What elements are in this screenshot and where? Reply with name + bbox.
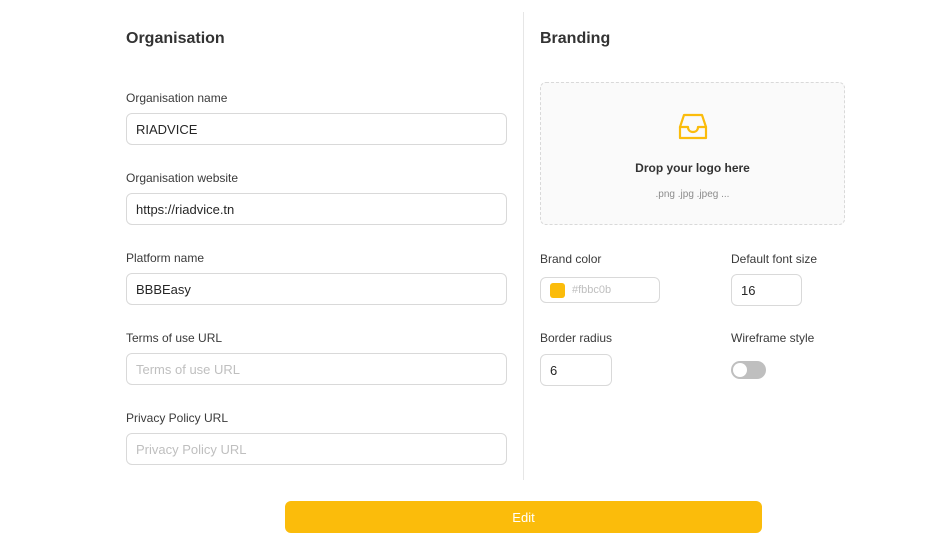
default-font-size-input[interactable] [731, 274, 802, 306]
organisation-website-input[interactable] [126, 193, 507, 225]
edit-button[interactable]: Edit [285, 501, 762, 533]
platform-name-label: Platform name [126, 251, 205, 265]
toggle-knob [733, 363, 747, 377]
dropzone-title: Drop your logo here [635, 161, 750, 175]
brand-color-label: Brand color [540, 252, 602, 266]
dropzone-hint: .png .jpg .jpeg ... [655, 189, 730, 200]
privacy-policy-label: Privacy Policy URL [126, 411, 229, 425]
wireframe-style-label: Wireframe style [731, 331, 815, 345]
platform-name-input[interactable] [126, 273, 507, 305]
border-radius-input[interactable] [540, 354, 612, 386]
default-font-size-label: Default font size [731, 252, 818, 266]
terms-of-use-label: Terms of use URL [126, 331, 223, 345]
color-swatch [550, 283, 565, 298]
brand-color-picker[interactable]: #fbbc0b [540, 277, 660, 303]
wireframe-style-toggle[interactable] [731, 361, 766, 379]
border-radius-label: Border radius [540, 331, 613, 345]
column-divider [523, 12, 524, 480]
terms-of-use-input[interactable] [126, 353, 507, 385]
organisation-name-label: Organisation name [126, 91, 228, 105]
organisation-name-input[interactable] [126, 113, 507, 145]
logo-dropzone[interactable]: Drop your logo here .png .jpg .jpeg ... [540, 82, 845, 225]
branding-title: Branding [540, 30, 611, 47]
brand-color-hex: #fbbc0b [572, 284, 612, 296]
organisation-title: Organisation [126, 30, 225, 47]
privacy-policy-input[interactable] [126, 433, 507, 465]
inbox-icon [678, 113, 708, 140]
organisation-website-label: Organisation website [126, 171, 239, 185]
